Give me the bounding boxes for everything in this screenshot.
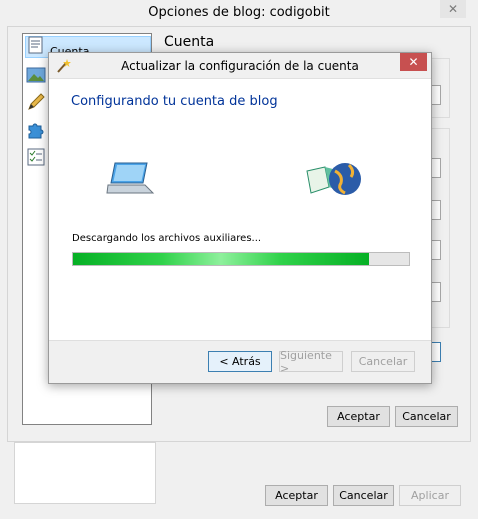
progress-fill xyxy=(73,253,369,265)
outer-window-title: Opciones de blog: codigobit xyxy=(148,5,330,20)
wizard-title: Actualizar la configuración de la cuenta xyxy=(121,59,359,73)
outer-title-bar: Opciones de blog: codigobit ✕ xyxy=(0,0,478,26)
wizard-cancel-button[interactable]: Cancelar xyxy=(351,351,415,372)
outer-close-button[interactable]: ✕ xyxy=(440,0,466,18)
progress-bar xyxy=(72,252,410,266)
wizard-heading: Configurando tu cuenta de blog xyxy=(71,94,278,109)
wizard-title-bar: Actualizar la configuración de la cuenta… xyxy=(49,53,431,79)
wizard-footer: < Atrás Siguiente > Cancelar xyxy=(49,340,431,383)
outer-apply-button[interactable]: Aplicar xyxy=(399,485,461,506)
pencil-icon xyxy=(28,93,45,110)
wizard-status-text: Descargando los archivos auxiliares... xyxy=(72,233,262,244)
close-icon: ✕ xyxy=(408,55,419,69)
checklist-icon xyxy=(27,148,45,166)
puzzle-icon xyxy=(28,123,44,139)
next-button[interactable]: Siguiente > xyxy=(279,349,343,375)
globe-book-icon xyxy=(306,163,361,195)
outer-accept-button[interactable]: Aceptar xyxy=(265,485,328,506)
wizard-dialog: Actualizar la configuración de la cuenta… xyxy=(48,52,432,384)
section-title: Cuenta xyxy=(164,34,215,50)
outer-preview-panel xyxy=(14,442,156,504)
outer-cancel-button[interactable]: Cancelar xyxy=(333,485,394,506)
laptop-icon xyxy=(106,162,155,194)
close-icon: ✕ xyxy=(447,2,459,16)
inner-accept-button[interactable]: Aceptar xyxy=(327,406,390,427)
inner-cancel-button[interactable]: Cancelar xyxy=(395,406,458,427)
image-icon xyxy=(26,67,46,83)
wizard-close-button[interactable]: ✕ xyxy=(400,53,427,71)
back-button[interactable]: < Atrás xyxy=(208,351,272,372)
account-icon xyxy=(28,36,43,54)
